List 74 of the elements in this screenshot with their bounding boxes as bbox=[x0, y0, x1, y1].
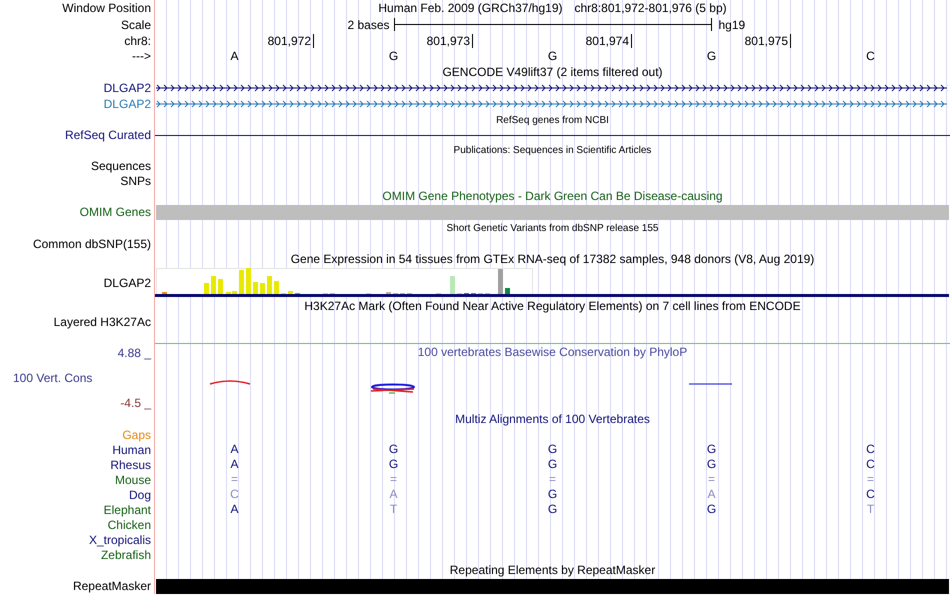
track-title: GENCODE V49lift37 (2 items filtered out) bbox=[442, 65, 663, 79]
track-label: OMIM Genes bbox=[80, 205, 151, 219]
track-title: H3K27Ac Mark (Often Found Near Active Regulatory Elements) on 7 cell lines from ENCODE bbox=[304, 299, 801, 313]
species-label: Gaps bbox=[122, 428, 151, 442]
alignment-base: C bbox=[230, 487, 239, 502]
track-label: Layered H3K27Ac bbox=[54, 314, 151, 328]
row-label: Scale bbox=[120, 18, 151, 32]
species-label: Elephant bbox=[104, 502, 151, 516]
track-title: OMIM Gene Phenotypes - Dark Green Can Be Disease-causing bbox=[382, 189, 723, 203]
alignment-base: C bbox=[866, 442, 875, 457]
track-label: 100 Vert. Cons bbox=[12, 371, 92, 386]
track-note: Publications: Sequences in Scientific Articles bbox=[454, 144, 652, 156]
track-title: Gene Expression in 54 tissues from GTEx RNA-seq of 17382 samples, 948 donors (V8, Aug 2019) bbox=[290, 252, 814, 266]
alignment-base: G bbox=[706, 502, 716, 517]
base-letter: C bbox=[866, 48, 875, 64]
track-label: SNPs bbox=[120, 174, 151, 188]
species-label: Rhesus bbox=[110, 458, 151, 472]
alignment-base: G bbox=[706, 442, 716, 457]
alignment-base: A bbox=[230, 442, 238, 457]
track-title: Repeating Elements by RepeatMasker bbox=[450, 563, 656, 577]
track-label: DLGAP2 bbox=[104, 97, 151, 111]
ruler-tick-label: 801,973 bbox=[426, 34, 473, 48]
track-title: 100 vertebrates Basewise Conservation by PhyloP bbox=[418, 345, 688, 360]
assembly-title: Human Feb. 2009 (GRCh37/hg19) bbox=[378, 1, 562, 15]
ruler-tick-label: 801,972 bbox=[268, 34, 314, 48]
alignment-base: C bbox=[866, 487, 875, 502]
track-title: Multiz Alignments of 100 Vertebrates bbox=[455, 412, 650, 426]
species-label: X_tropicalis bbox=[88, 532, 151, 546]
ruler-tick-label: 801,974 bbox=[586, 34, 632, 48]
alignment-base: G bbox=[548, 442, 558, 457]
track-label: DLGAP2 bbox=[104, 81, 151, 95]
track-note: RefSeq genes from NCBI bbox=[496, 114, 609, 126]
alignment-base: T bbox=[390, 502, 398, 517]
strand-label: ---> bbox=[132, 49, 151, 63]
alignment-base: G bbox=[706, 457, 716, 472]
track-label: RefSeq Curated bbox=[64, 128, 151, 142]
alignment-base: = bbox=[390, 472, 397, 487]
species-label: Human bbox=[112, 442, 151, 456]
position-text: chr8:801,972-801,976 (5 bp) bbox=[574, 1, 727, 15]
alignment-base: = bbox=[708, 472, 715, 487]
alignment-base: A bbox=[707, 487, 716, 502]
alignment-base: G bbox=[388, 457, 398, 472]
alignment-base: G bbox=[548, 457, 558, 472]
axis-min-label: -4.5 _ bbox=[120, 396, 151, 411]
alignment-base: = bbox=[866, 472, 874, 487]
row-label: chr8: bbox=[124, 34, 151, 48]
scale-text: 2 bases bbox=[347, 18, 390, 32]
alignment-base: C bbox=[866, 457, 875, 472]
base-letter: A bbox=[230, 48, 238, 64]
row-label: Window Position bbox=[62, 1, 151, 15]
alignment-base: A bbox=[230, 502, 238, 517]
alignment-base: A bbox=[389, 487, 398, 502]
axis-max-label: 4.88 _ bbox=[118, 346, 151, 361]
track-note: Short Genetic Variants from dbSNP release 155 bbox=[446, 222, 658, 234]
species-label: Zebrafish bbox=[100, 548, 151, 562]
alignment-base: = bbox=[548, 472, 556, 487]
alignment-base: = bbox=[230, 472, 238, 487]
track-label: Common dbSNP(155) bbox=[32, 236, 151, 250]
track-label: Sequences bbox=[90, 158, 151, 172]
alignment-base: T bbox=[866, 502, 874, 517]
species-label: Mouse bbox=[114, 472, 151, 486]
alignment-base: G bbox=[388, 442, 398, 457]
alignment-base: A bbox=[230, 457, 238, 472]
base-letter: G bbox=[388, 48, 398, 64]
base-letter: G bbox=[706, 48, 716, 64]
track-label: RepeatMasker bbox=[72, 579, 151, 593]
alignment-base: G bbox=[548, 502, 558, 517]
ruler-tick-label: 801,975 bbox=[744, 34, 791, 48]
species-label: Chicken bbox=[108, 518, 151, 532]
base-letter: G bbox=[548, 48, 558, 64]
assembly-label: hg19 bbox=[718, 18, 746, 32]
alignment-base: G bbox=[548, 487, 558, 502]
track-label: DLGAP2 bbox=[104, 276, 151, 290]
species-label: Dog bbox=[128, 488, 151, 502]
